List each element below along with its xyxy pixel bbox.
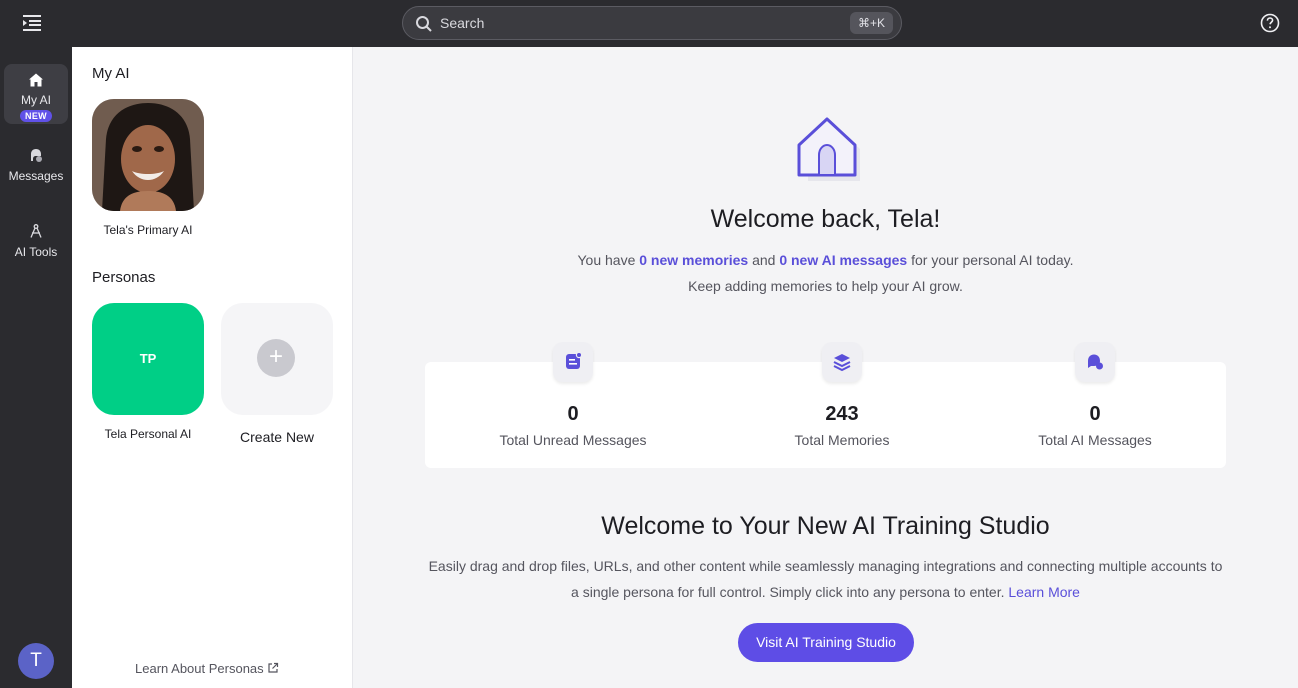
search-shortcut: ⌘+K xyxy=(849,12,893,34)
stat-label: Total Unread Messages xyxy=(499,432,647,448)
help-icon[interactable] xyxy=(1260,13,1280,33)
learn-about-personas-link[interactable]: Learn About Personas xyxy=(135,661,279,676)
nav-item-my-ai[interactable]: My AI NEW xyxy=(4,64,68,124)
persona-label[interactable]: Tela Personal AI xyxy=(78,427,218,441)
my-ai-heading: My AI xyxy=(92,65,130,82)
primary-ai-photo[interactable] xyxy=(92,99,204,211)
my-ai-panel: My AI Tela's Primary AI Personas TP Tela… xyxy=(72,47,353,688)
welcome-summary: You have 0 new memories and 0 new AI mes… xyxy=(353,252,1298,268)
summary-prefix: You have xyxy=(577,252,640,268)
user-avatar[interactable]: T xyxy=(18,643,54,679)
primary-ai-label[interactable]: Tela's Primary AI xyxy=(78,223,218,237)
personas-heading: Personas xyxy=(92,269,156,286)
studio-description-text: Easily drag and drop files, URLs, and ot… xyxy=(428,558,1223,600)
top-bar: Search ⌘+K xyxy=(0,0,1298,47)
nav-label-messages: Messages xyxy=(8,169,64,183)
new-memories-count: 0 new memories xyxy=(639,252,749,268)
stat-value: 0 xyxy=(567,403,579,425)
main-content: Welcome back, Tela! You have 0 new memor… xyxy=(353,47,1298,688)
create-persona-button[interactable]: + xyxy=(221,303,333,415)
search-bar[interactable]: Search ⌘+K xyxy=(402,6,902,40)
welcome-title: Welcome back, Tela! xyxy=(710,205,941,233)
learn-more-link[interactable]: Learn More xyxy=(1008,584,1080,600)
search-icon xyxy=(415,15,433,33)
learn-link-text: Learn About Personas xyxy=(135,661,264,676)
left-nav-rail: My AI NEW Messages AI Tools T xyxy=(0,47,72,688)
nav-label-my-ai: My AI xyxy=(20,93,51,107)
nav-item-messages[interactable]: Messages xyxy=(4,147,68,191)
summary-suffix: for your personal AI today. xyxy=(907,252,1074,268)
visit-ai-training-studio-button[interactable]: Visit AI Training Studio xyxy=(738,623,914,662)
home-icon xyxy=(4,72,68,88)
ai-tools-icon xyxy=(4,223,68,239)
chat-bubbles-icon xyxy=(4,147,68,163)
stat-value: 243 xyxy=(825,403,859,425)
studio-description: Easily drag and drop files, URLs, and ot… xyxy=(423,553,1228,605)
persona-tile[interactable]: TP xyxy=(92,303,204,415)
plus-icon: + xyxy=(257,339,295,377)
stat-label: Total AI Messages xyxy=(1038,432,1152,448)
note-icon xyxy=(553,342,593,382)
new-badge: NEW xyxy=(20,110,52,122)
welcome-hint: Keep adding memories to help your AI gro… xyxy=(688,278,963,294)
studio-title: Welcome to Your New AI Training Studio xyxy=(601,512,1050,540)
layers-icon xyxy=(822,342,862,382)
summary-and: and xyxy=(748,252,780,268)
stats-card: 0 Total Unread Messages 243 Total Memori… xyxy=(425,342,1226,468)
menu-toggle-icon[interactable] xyxy=(20,12,44,34)
nav-item-ai-tools[interactable]: AI Tools xyxy=(4,223,68,267)
create-new-label[interactable]: Create New xyxy=(207,429,347,445)
external-link-icon xyxy=(267,661,279,676)
search-placeholder: Search xyxy=(440,15,485,31)
stat-label: Total Memories xyxy=(794,432,890,448)
stat-value: 0 xyxy=(1089,403,1101,425)
house-illustration-icon xyxy=(793,115,865,188)
nav-label-ai-tools: AI Tools xyxy=(14,245,58,259)
chat-icon xyxy=(1075,342,1115,382)
new-ai-messages-count: 0 new AI messages xyxy=(779,252,908,268)
